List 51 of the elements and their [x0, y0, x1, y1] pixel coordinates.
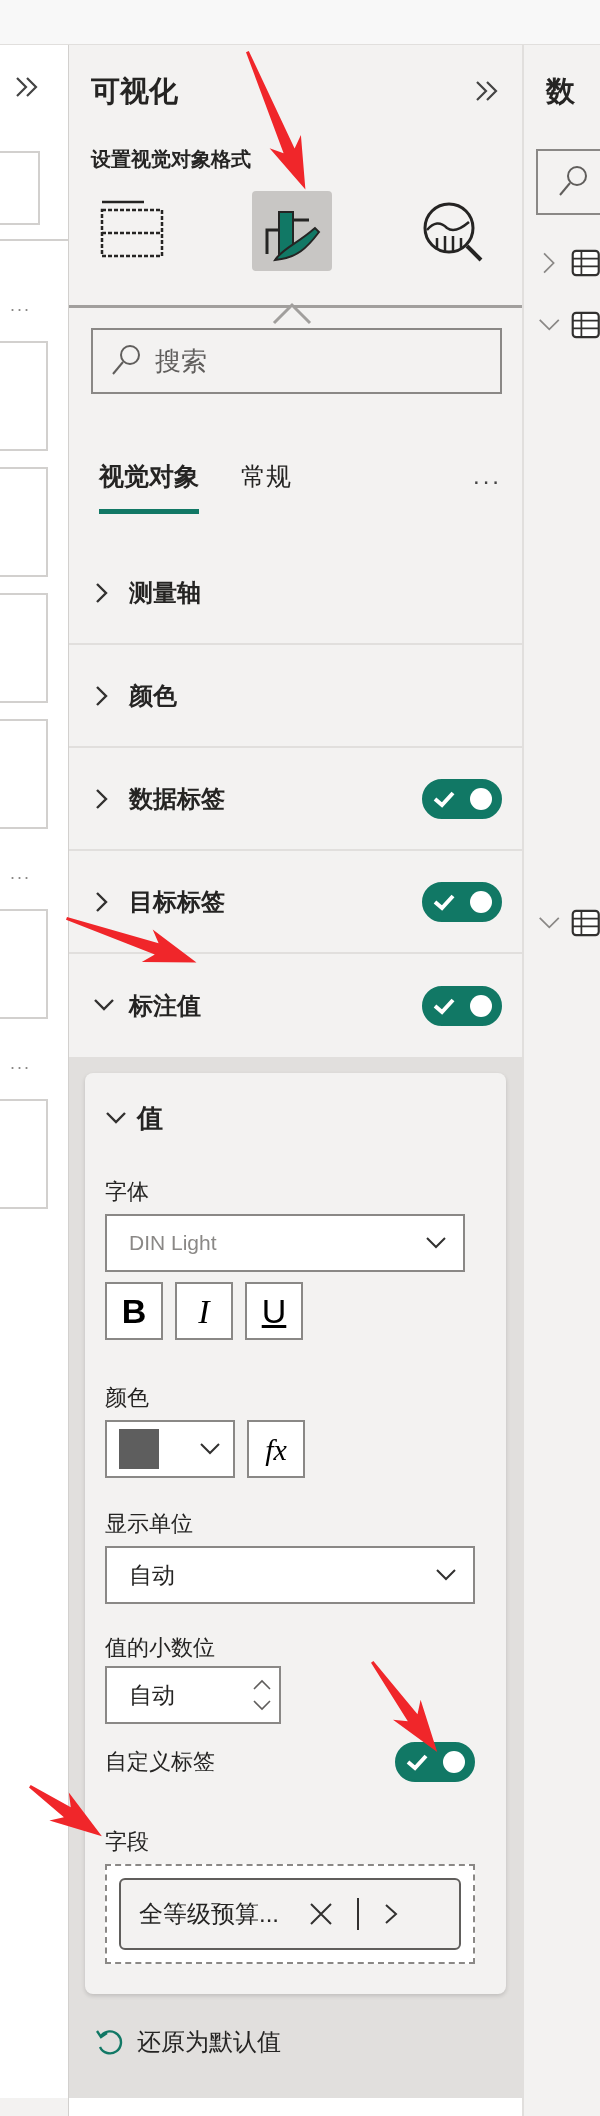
field-label: 颜色 [105, 1384, 149, 1412]
bold-button[interactable]: B [105, 1282, 163, 1340]
chevron-down-icon [199, 1442, 221, 1456]
decimal-places-spinner[interactable]: 自动 [105, 1666, 281, 1724]
collapse-icon[interactable] [14, 75, 40, 99]
undo-icon [95, 2027, 123, 2057]
formula-button[interactable]: fx [247, 1420, 305, 1478]
tab[interactable]: 常规 [241, 457, 291, 514]
more-label: ... [9, 295, 32, 315]
check-icon [405, 1752, 429, 1772]
collapse-icon[interactable] [474, 79, 500, 103]
chevron-down-icon [425, 1236, 447, 1250]
toggle-switch[interactable] [422, 881, 502, 922]
font-dropdown[interactable]: DIN Light [105, 1214, 465, 1272]
field-label: 值的小数位 [105, 1634, 215, 1662]
input-field[interactable] [0, 151, 40, 225]
section-header[interactable]: 颜色 [129, 677, 177, 714]
more-options-button[interactable]: ... [473, 458, 502, 514]
pane-subtitle: 设置视觉对象格式 [89, 147, 252, 172]
search-field[interactable] [536, 149, 600, 215]
field-pill[interactable]: 全等级预算... [119, 1878, 461, 1950]
stepper-icon [251, 1678, 273, 1712]
display-units-dropdown[interactable]: 自动 [105, 1546, 475, 1604]
search-field[interactable]: 搜索 [91, 328, 502, 394]
color-picker[interactable] [105, 1420, 235, 1478]
toggle-switch[interactable] [395, 1742, 475, 1782]
field-label: 显示单位 [105, 1510, 193, 1538]
table-icon [570, 309, 600, 341]
italic-button[interactable]: I [175, 1282, 233, 1340]
toggle-switch[interactable] [422, 985, 502, 1026]
more-label: ... [9, 863, 32, 883]
pane-title: 数 [544, 74, 576, 109]
close-icon[interactable] [309, 1902, 333, 1926]
underline-button[interactable]: U [245, 1282, 303, 1340]
chevron-right-icon[interactable] [383, 1902, 399, 1926]
table-icon [570, 907, 600, 939]
reset-link[interactable]: 还原为默认值 [95, 2024, 506, 2060]
table-icon [570, 247, 600, 279]
toggle-switch[interactable] [422, 778, 502, 819]
tab[interactable]: 视觉对象 [99, 457, 199, 514]
section-header[interactable]: 数据标签 [129, 780, 225, 817]
more-label: ... [9, 1053, 32, 1073]
card-header[interactable]: 值 [137, 1099, 163, 1138]
pane-title: 可视化 [91, 74, 178, 109]
field-label: 自定义标签 [105, 1748, 215, 1776]
field-label: 字体 [105, 1178, 149, 1206]
section-header[interactable]: 标注值 [129, 987, 201, 1024]
section-header[interactable]: 目标标签 [129, 883, 225, 920]
field-label: 字段 [105, 1828, 149, 1856]
section-header[interactable]: 测量轴 [129, 574, 201, 611]
chevron-down-icon [435, 1568, 457, 1582]
